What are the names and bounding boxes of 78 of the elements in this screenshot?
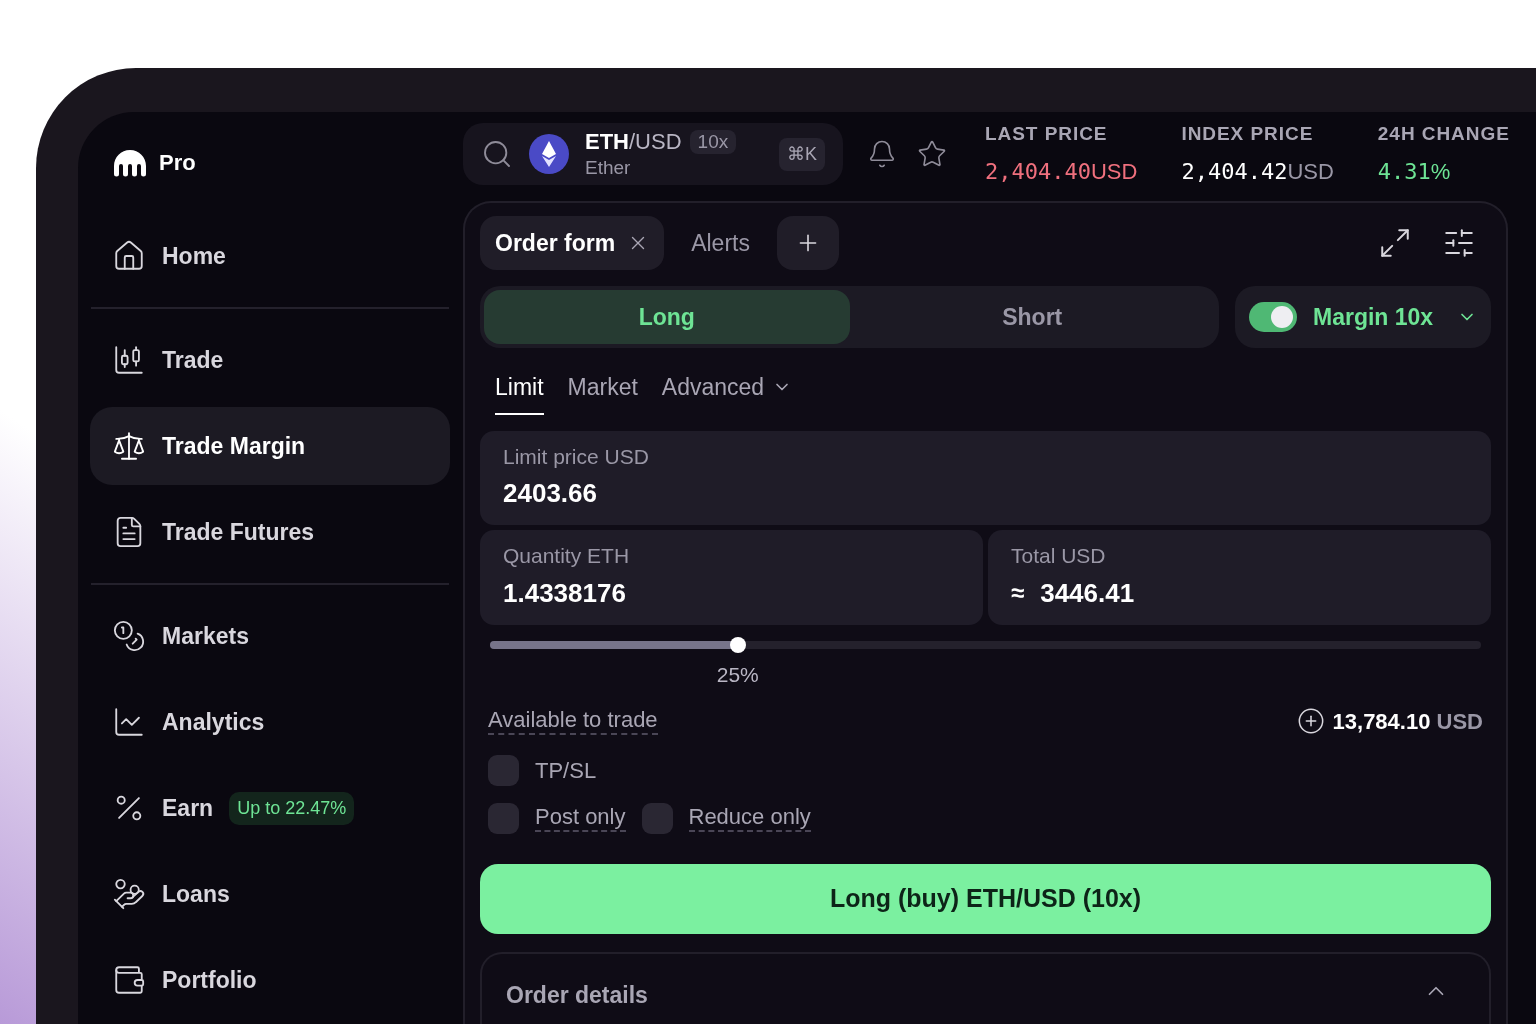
stat-label: INDEX PRICE <box>1181 122 1315 147</box>
bell-icon[interactable] <box>867 139 897 169</box>
input-field[interactable]: Total USD ≈ 3446.41 <box>988 530 1491 625</box>
search-icon[interactable] <box>481 138 513 170</box>
house-icon <box>112 239 146 273</box>
margin-selector[interactable]: Margin 10x <box>1235 286 1491 348</box>
stat-value: 4.31% <box>1377 157 1452 186</box>
sidebar-label: Home <box>162 241 226 271</box>
asset-name: Ether <box>585 155 632 180</box>
margin-label: Margin 10x <box>1313 302 1434 332</box>
panel-tab[interactable]: Alerts <box>676 216 765 270</box>
sidebar-label: Markets <box>162 621 249 651</box>
settings-icon[interactable] <box>1442 226 1476 260</box>
approx-sign: ≈ <box>1011 578 1025 608</box>
pair-name: ETH/USD <box>585 128 682 156</box>
sidebar-label: Trade Futures <box>162 517 315 547</box>
leverage-badge: 10x <box>689 130 737 154</box>
field-label: Limit price USD <box>503 443 650 470</box>
sidebar-label: Analytics <box>162 707 265 737</box>
stat-value: 2,404.42USD <box>1181 157 1334 186</box>
checkbox-label: Post only <box>535 804 626 832</box>
order-type-tab[interactable]: Market <box>567 370 638 415</box>
input-field[interactable]: Quantity ETH 1.4338176 <box>480 530 983 625</box>
hand-coins-icon <box>112 877 146 911</box>
input-field[interactable]: Limit price USD 2403.66 <box>480 430 1491 525</box>
sidebar-item[interactable]: Trade <box>90 321 450 399</box>
margin-toggle[interactable] <box>1249 302 1297 332</box>
field-label: Total USD <box>1011 543 1107 569</box>
sidebar-label: Trade <box>162 345 224 375</box>
candlestick-icon <box>112 343 146 377</box>
promo-badge: Up to 22.47% <box>229 791 355 825</box>
line-chart-icon <box>112 705 146 739</box>
sidebar-item[interactable]: Earn Up to 22.47% <box>90 769 450 847</box>
side-tab[interactable]: Long <box>484 290 850 344</box>
sidebar-item[interactable]: Markets <box>90 597 450 675</box>
wallet-icon <box>112 963 146 997</box>
sidebar-item[interactable]: Trade Futures <box>90 493 450 571</box>
field-value: 2403.66 <box>503 477 598 510</box>
available-amount: 13,784.10 USD <box>1332 707 1483 736</box>
slider-thumb[interactable] <box>729 636 746 653</box>
logo-icon <box>113 148 147 177</box>
slider-reading: 25% <box>716 661 759 688</box>
sidebar-item[interactable]: Loans <box>90 855 450 933</box>
panel-tab[interactable]: Order form <box>480 216 665 270</box>
submit-button[interactable]: Long (buy) ETH/USD (10x) <box>480 863 1491 934</box>
sidebar-label: Trade Margin <box>162 431 306 461</box>
brand-name: Pro <box>159 149 196 177</box>
add-circle-icon[interactable] <box>1296 707 1325 735</box>
stat-value: 2,404.40USD <box>985 157 1138 186</box>
field-label: Quantity ETH <box>503 543 631 569</box>
checkbox[interactable] <box>488 802 519 834</box>
checkbox-label: TP/SL <box>535 756 597 785</box>
checkbox-label: Reduce only <box>688 804 811 832</box>
expand-icon[interactable] <box>1378 226 1412 260</box>
side-tab[interactable]: Short <box>849 290 1215 344</box>
coins-icon <box>112 619 146 653</box>
available-label: Available to trade <box>488 707 658 735</box>
order-type-tab[interactable]: Limit <box>495 370 544 415</box>
shortcut-key: ⌘K <box>779 137 825 171</box>
section-title: Order details <box>506 980 648 1010</box>
scale-icon <box>112 429 146 463</box>
star-icon[interactable] <box>917 139 947 169</box>
sidebar-item[interactable]: Analytics <box>90 683 450 761</box>
ether-logo-icon <box>529 134 569 174</box>
sidebar-item[interactable]: Portfolio <box>90 941 450 1019</box>
market-selector[interactable]: ETH/USD 10x Ether ⌘K <box>463 123 843 185</box>
field-value: 3446.41 <box>1040 576 1135 610</box>
checkbox[interactable] <box>488 754 519 786</box>
sidebar-label: Portfolio <box>162 965 257 995</box>
stat-label: LAST PRICE <box>985 122 1109 147</box>
order-type-tab[interactable]: Advanced <box>661 370 793 415</box>
sidebar-label: Loans <box>162 879 230 909</box>
sidebar-item[interactable]: Home <box>90 217 450 295</box>
stat-label: 24H CHANGE <box>1377 122 1510 147</box>
checkbox[interactable] <box>641 802 673 834</box>
sidebar-item[interactable]: Trade Margin <box>90 407 450 485</box>
sidebar-label: Earn <box>162 793 214 823</box>
field-value: 1.4338176 <box>503 576 627 610</box>
